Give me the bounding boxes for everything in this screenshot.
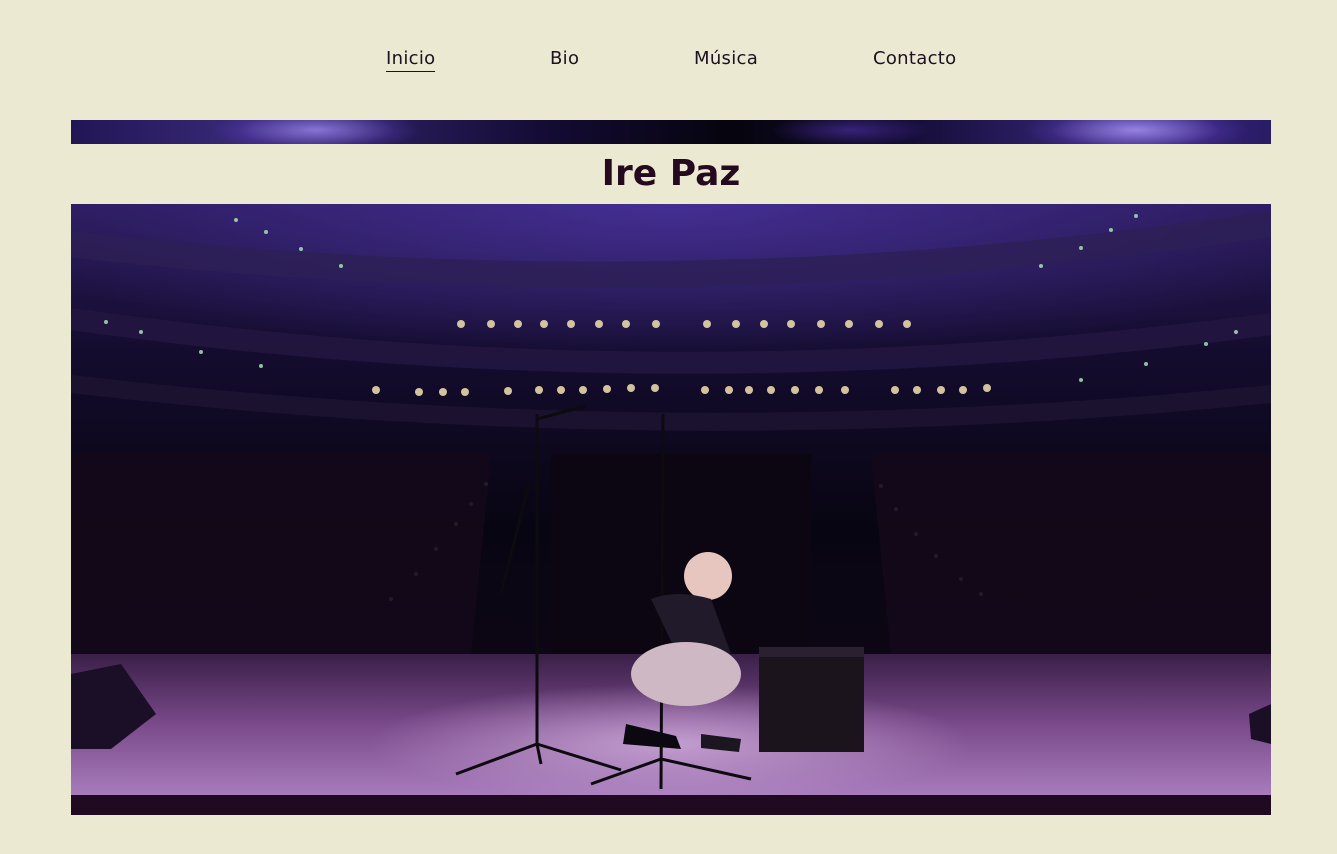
hero-footer-bar xyxy=(71,795,1271,815)
nav-link-bio[interactable]: Bio xyxy=(550,48,579,70)
nav-link-musica[interactable]: Música xyxy=(694,48,758,70)
page-title: Ire Paz xyxy=(601,153,741,194)
hero-image xyxy=(71,204,1271,795)
header-banner-strip xyxy=(71,120,1271,144)
main-navigation: Inicio Bio Música Contacto xyxy=(0,0,1337,120)
nav-link-contacto[interactable]: Contacto xyxy=(873,48,956,70)
nav-link-inicio[interactable]: Inicio xyxy=(386,48,436,72)
